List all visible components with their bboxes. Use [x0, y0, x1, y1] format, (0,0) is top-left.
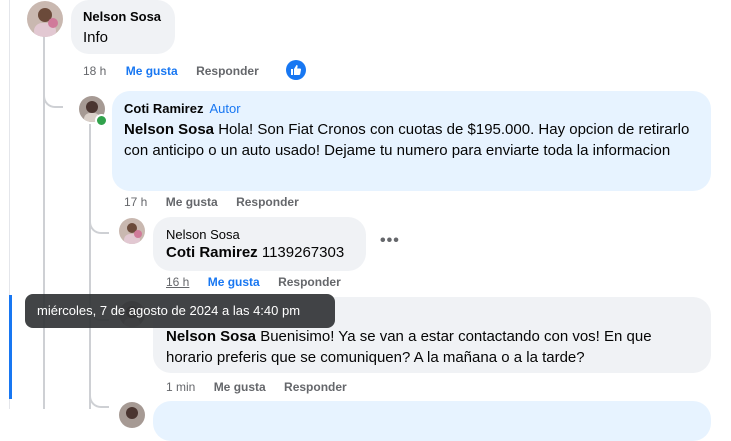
comment-author[interactable]: Nelson Sosa [83, 9, 161, 24]
comment-bubble [153, 401, 711, 441]
like-icon[interactable] [286, 60, 306, 80]
reply-button[interactable]: Responder [196, 64, 259, 78]
comment-author[interactable]: Nelson Sosa [166, 227, 240, 242]
comment-bubble: Nelson Sosa Coti Ramirez 1139267303 [153, 217, 366, 271]
comment-actions: 17 h Me gusta Responder [124, 195, 299, 209]
author-badge: Autor [209, 101, 241, 116]
comment-actions: 1 min Me gusta Responder [166, 380, 347, 394]
comment-timestamp[interactable]: 18 h [83, 64, 106, 78]
thread-connector [89, 214, 109, 234]
mention-link[interactable]: Nelson Sosa [166, 328, 256, 345]
thread-line [89, 124, 91, 409]
comment-author[interactable]: Coti Ramirez [124, 101, 203, 116]
more-options-icon[interactable]: ••• [380, 232, 400, 250]
online-status-indicator [95, 114, 108, 127]
like-button[interactable]: Me gusta [166, 195, 218, 209]
like-button[interactable]: Me gusta [208, 275, 260, 289]
focus-indicator [9, 295, 12, 399]
avatar[interactable] [27, 1, 63, 37]
comment-timestamp[interactable]: 1 min [166, 380, 195, 394]
comment-text: Nelson Sosa Hola! Son Fiat Cronos con cu… [124, 121, 690, 159]
reply-button[interactable]: Responder [236, 195, 299, 209]
avatar[interactable] [119, 402, 145, 428]
timestamp-tooltip: miércoles, 7 de agosto de 2024 a las 4:4… [25, 294, 335, 328]
thread-connector [43, 88, 63, 108]
mention-link[interactable]: Coti Ramirez [166, 244, 258, 261]
comment-text: Coti Ramirez 1139267303 [166, 244, 345, 261]
mention-link[interactable]: Nelson Sosa [124, 121, 214, 138]
comment-actions: 16 h Me gusta Responder [166, 275, 341, 289]
comment-timestamp[interactable]: 16 h [166, 275, 189, 289]
comment-timestamp[interactable]: 17 h [124, 195, 147, 209]
comment-text: Nelson Sosa Buenisimo! Ya se van a estar… [166, 328, 652, 366]
like-button[interactable]: Me gusta [214, 380, 266, 394]
avatar[interactable] [119, 218, 145, 244]
reply-button[interactable]: Responder [284, 380, 347, 394]
like-button[interactable]: Me gusta [126, 64, 178, 78]
comment-bubble: Coti Ramirez Autor Nelson Sosa Hola! Son … [112, 91, 711, 191]
reply-button[interactable]: Responder [278, 275, 341, 289]
comment-bubble: Nelson Sosa Info [71, 0, 175, 54]
thread-connector [89, 388, 109, 408]
comment-actions: 18 h Me gusta Responder [83, 64, 259, 78]
comment-text: Info [83, 29, 109, 46]
